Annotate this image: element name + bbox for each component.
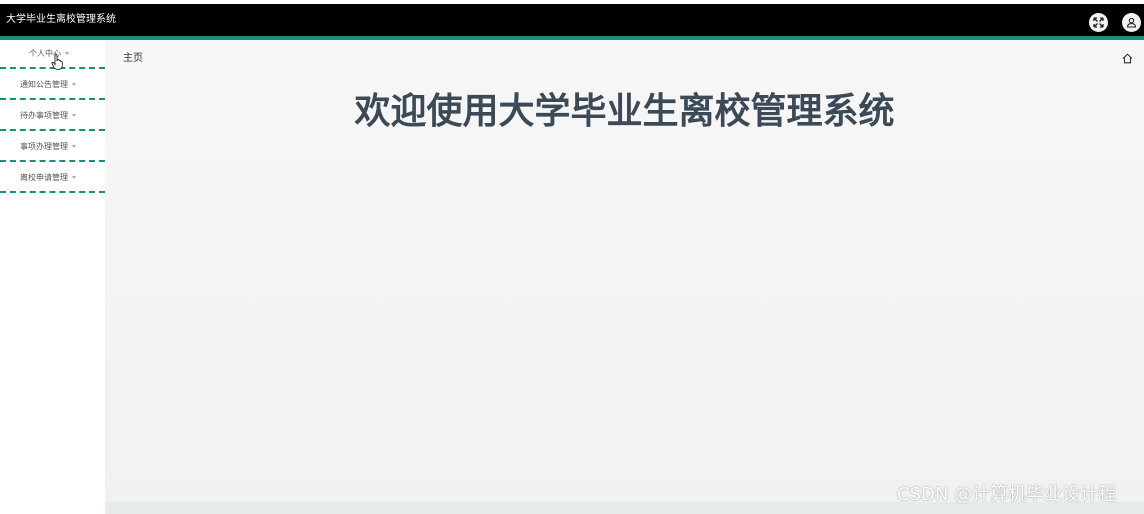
user-button[interactable] bbox=[1122, 13, 1141, 32]
sidebar-item-personal-center[interactable]: 个人中心 bbox=[0, 40, 105, 70]
sidebar-item-todo-management[interactable]: 待办事项管理 bbox=[0, 102, 105, 131]
home-icon[interactable] bbox=[1122, 53, 1133, 64]
welcome-heading: 欢迎使用大学毕业生离校管理系统 bbox=[354, 91, 895, 132]
top-bar: 大学毕业生离校管理系统 bbox=[0, 4, 1144, 36]
sidebar: 个人中心 通知公告管理 待办事项管理 事项办理管理 离校申请管理 bbox=[0, 40, 105, 514]
sidebar-item-matter-handling[interactable]: 事项办理管理 bbox=[0, 133, 105, 162]
sidebar-item-label: 事项办理管理 bbox=[20, 142, 68, 151]
breadcrumb[interactable]: 主页 bbox=[123, 52, 143, 66]
chevron-down-icon bbox=[72, 114, 76, 117]
sidebar-item-notice-management[interactable]: 通知公告管理 bbox=[0, 71, 105, 100]
sidebar-item-label: 待办事项管理 bbox=[20, 111, 68, 120]
chevron-down-icon bbox=[72, 176, 76, 179]
watermark: CSDN @计算机毕业设计程 bbox=[897, 484, 1117, 505]
expand-button[interactable] bbox=[1089, 13, 1108, 32]
sidebar-item-leave-application[interactable]: 离校申请管理 bbox=[0, 164, 105, 193]
main-content: 主页 欢迎使用大学毕业生离校管理系统 bbox=[105, 40, 1144, 514]
chevron-down-icon bbox=[65, 52, 69, 55]
chevron-down-icon bbox=[72, 145, 76, 148]
app-title: 大学毕业生离校管理系统 bbox=[6, 14, 116, 25]
sidebar-item-label: 通知公告管理 bbox=[20, 80, 68, 89]
expand-icon bbox=[1093, 17, 1104, 28]
chevron-down-icon bbox=[72, 83, 76, 86]
user-icon bbox=[1126, 17, 1137, 28]
hand-cursor-icon bbox=[51, 54, 63, 70]
sidebar-item-label: 离校申请管理 bbox=[20, 173, 68, 182]
